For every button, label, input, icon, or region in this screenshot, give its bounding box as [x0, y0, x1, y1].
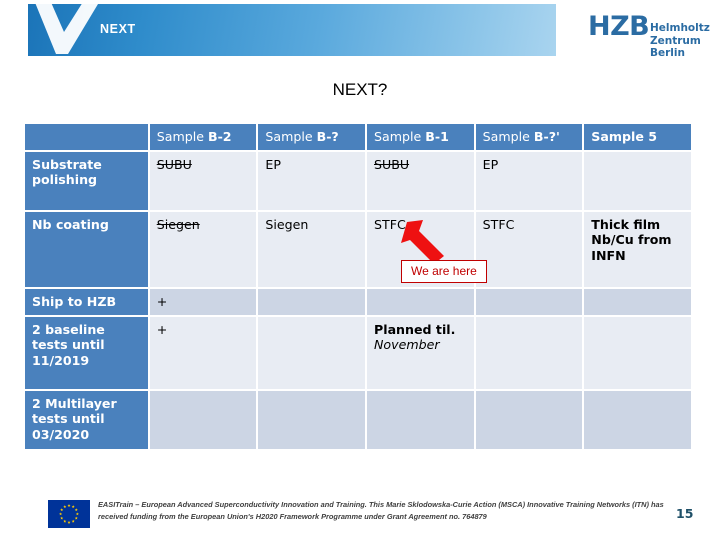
eu-flag-icon	[48, 500, 90, 528]
table-cell: EP	[475, 151, 583, 210]
column-header-sample-b-1: Sample B-1	[367, 124, 474, 150]
column-header-sample-5: Sample 5	[584, 124, 691, 150]
table-cell: SUBU	[149, 151, 257, 210]
we-are-here-callout: We are here	[401, 260, 487, 283]
table-cell	[475, 288, 583, 315]
header-banner: NEXT	[28, 4, 556, 56]
table-row: 2 baseline tests until 11/2019 + Planned t…	[25, 316, 691, 389]
cell-value: Siegen	[265, 216, 309, 232]
red-pointer-arrow-icon	[401, 220, 444, 264]
table-cell	[367, 288, 474, 315]
row-header-label: Ship to HZB	[25, 288, 148, 315]
table-cell	[475, 316, 583, 389]
row-header-label: 2 Multilayer tests until 03/2020	[25, 390, 148, 449]
table-cell	[584, 288, 691, 315]
row-header-label: Nb coating	[25, 211, 148, 287]
funding-disclaimer: EASITrain – European Advanced Supercondu…	[98, 500, 664, 521]
header-banner-label: NEXT	[100, 22, 136, 36]
table-cell: +	[149, 288, 257, 315]
planned-label: Planned til.	[374, 321, 456, 337]
table-header-row: Sample B-2 Sample B-? Sample B-1 Sample …	[25, 124, 691, 150]
planned-month: November	[374, 337, 440, 352]
table-cell	[149, 390, 257, 449]
cell-value: SUBU	[156, 156, 192, 172]
next-logo-swoosh-icon	[35, 4, 98, 54]
table-row: 2 Multilayer tests until 03/2020	[25, 390, 691, 449]
column-header-sample-b-unknown-prime: Sample B-?'	[475, 124, 583, 150]
table-cell: +	[149, 316, 257, 389]
cell-value: +	[156, 321, 168, 337]
table-cell: Planned til. November	[367, 316, 474, 389]
table-corner-cell	[25, 124, 148, 150]
table-cell	[584, 316, 691, 389]
cell-value: STFC	[482, 216, 515, 232]
table-cell: STFC	[475, 211, 583, 287]
table-cell	[367, 390, 474, 449]
table-cell: Siegen	[149, 211, 257, 287]
hzb-logo-line2: Zentrum Berlin	[650, 34, 701, 60]
table-cell	[475, 390, 583, 449]
table-cell	[258, 288, 366, 315]
status-matrix-table: Sample B-2 Sample B-? Sample B-1 Sample …	[23, 122, 693, 451]
column-header-sample-b-unknown: Sample B-?	[258, 124, 366, 150]
table-cell	[258, 390, 366, 449]
cell-value: Thick film Nb/Cu from INFN	[591, 216, 672, 263]
cell-value: EP	[265, 156, 281, 172]
table-cell	[258, 316, 366, 389]
cell-value: SUBU	[374, 156, 410, 172]
table-row: Substrate polishing SUBU EP SUBU EP	[25, 151, 691, 210]
table-cell: SUBU	[367, 151, 474, 210]
table-row: Ship to HZB +	[25, 288, 691, 315]
row-header-label: 2 baseline tests until 11/2019	[25, 316, 148, 389]
hzb-logo-mark: HZB	[588, 11, 650, 42]
cell-value: +	[156, 293, 168, 309]
table-cell: EP	[258, 151, 366, 210]
hzb-logo-subtitle: Helmholtz Zentrum Berlin	[650, 22, 712, 60]
table-row: Nb coating Siegen Siegen STFC STFC Thick film…	[25, 211, 691, 287]
hzb-logo: HZB Helmholtz Zentrum Berlin	[588, 11, 712, 59]
slide-title: NEXT?	[332, 80, 388, 99]
table-cell	[584, 151, 691, 210]
cell-value: Siegen	[156, 216, 200, 232]
table-cell: Thick film Nb/Cu from INFN	[584, 211, 691, 287]
table-cell: Siegen	[258, 211, 366, 287]
hzb-logo-line1: Helmholtz	[650, 22, 710, 34]
table-cell	[584, 390, 691, 449]
cell-value: EP	[482, 156, 499, 172]
column-header-sample-b-2: Sample B-2	[149, 124, 257, 150]
row-header-label: Substrate polishing	[25, 151, 148, 210]
page-number: 15	[676, 506, 694, 521]
